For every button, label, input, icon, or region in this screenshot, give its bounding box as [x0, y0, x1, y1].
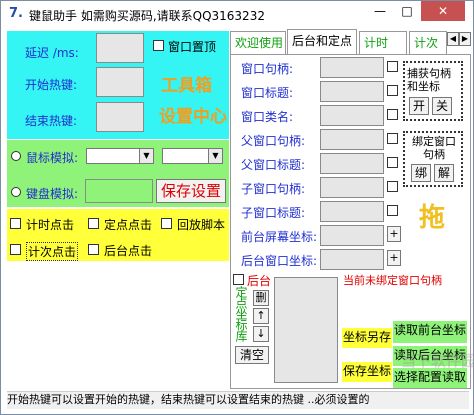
maximize-button[interactable]: □: [394, 1, 420, 21]
window-title: 键鼠助手 如需购买源码,请联系QQ3163232: [29, 9, 265, 23]
window-class-checkbox[interactable]: [387, 109, 398, 120]
count-click-label: 计次点击: [26, 242, 79, 261]
bind-button[interactable]: 绑: [411, 164, 431, 182]
count-click-checkbox[interactable]: [10, 244, 21, 255]
replay-script-label: 回放脚本: [177, 218, 226, 232]
status-bar: 开始热键可以设置开始的热键，结束热键可以设置结束的热键 ..必须设置的: [7, 391, 469, 409]
watermark: 当下软件园: [401, 352, 474, 370]
child-title-input[interactable]: [320, 201, 384, 222]
field-label-window-class: 窗口类名:: [241, 110, 294, 124]
close-button[interactable]: ✕: [421, 1, 465, 21]
drag-target-icon[interactable]: 拖: [419, 197, 445, 234]
window-class-input[interactable]: [320, 105, 384, 126]
start-hotkey-input[interactable]: [96, 67, 144, 97]
unbound-status-text: 当前未绑定窗口句柄: [343, 274, 442, 287]
bind-title: 绑定窗口句柄: [412, 135, 456, 161]
back-coord-plus-button[interactable]: +: [387, 250, 401, 266]
coord-up-button[interactable]: ↑: [253, 308, 269, 324]
tab-background-fixed[interactable]: 后台和定点: [287, 29, 357, 55]
child-title-checkbox[interactable]: [387, 205, 398, 216]
delay-input[interactable]: [96, 33, 144, 63]
window-title-input[interactable]: [320, 81, 384, 102]
parent-title-input[interactable]: [320, 153, 384, 174]
read-front-coord-button[interactable]: 读取前台坐标: [393, 321, 467, 343]
keyboard-sim-input[interactable]: [85, 179, 153, 203]
timer-click-checkbox[interactable]: [10, 218, 21, 229]
timer-click-label: 计时点击: [26, 218, 75, 232]
tab-welcome[interactable]: 欢迎使用: [230, 31, 286, 55]
start-hotkey-label: 开始热键:: [25, 78, 78, 92]
app-logo-icon: 7.: [9, 6, 23, 21]
chevron-down-icon: ▼: [139, 149, 153, 163]
tab-scroll-left-button[interactable]: ◀: [447, 32, 459, 46]
coord-clear-button[interactable]: 清空: [235, 346, 269, 364]
front-coord-plus-button[interactable]: +: [387, 226, 401, 242]
capture-open-button[interactable]: 开: [409, 97, 429, 115]
field-label-parent-title: 父窗口标题:: [241, 158, 306, 172]
delay-label: 延迟 /ms:: [25, 46, 79, 60]
window-title-checkbox[interactable]: [387, 85, 398, 96]
save-settings-button[interactable]: 保存设置: [156, 179, 226, 203]
chevron-down-icon: ▼: [208, 149, 222, 163]
window-top-checkbox[interactable]: [153, 40, 164, 51]
back-coord-input[interactable]: [320, 249, 384, 270]
tab-count[interactable]: 计次: [409, 31, 447, 55]
coord-list[interactable]: [274, 277, 338, 383]
toolbox-title: 工具箱: [161, 76, 212, 96]
field-label-child-title: 子窗口标题:: [241, 206, 306, 220]
background-click-label: 后台点击: [104, 244, 153, 258]
mouse-sim-label: 鼠标模拟:: [26, 151, 79, 165]
replay-script-checkbox[interactable]: [161, 218, 172, 229]
parent-handle-input[interactable]: [320, 129, 384, 150]
unbind-button[interactable]: 解: [434, 164, 454, 182]
tab-timer[interactable]: 计时: [359, 31, 407, 55]
field-label-front-coord: 前台屏幕坐标:: [241, 230, 318, 244]
background-label: 后台: [247, 274, 272, 288]
mouse-sim-radio[interactable]: [11, 151, 21, 161]
capture-close-button[interactable]: 关: [432, 97, 452, 115]
save-coord-button[interactable]: 保存坐标: [342, 362, 392, 382]
coord-down-button[interactable]: ↓: [253, 326, 269, 342]
capture-title: 捕获句柄和坐标: [407, 67, 451, 93]
field-label-window-title: 窗口标题:: [241, 86, 294, 100]
coord-lib-label: 定点坐标库: [234, 286, 248, 341]
keyboard-sim-radio[interactable]: [11, 187, 21, 197]
front-coord-input[interactable]: [320, 225, 384, 246]
mouse-sim-select-1[interactable]: ▼: [86, 148, 154, 164]
end-hotkey-input[interactable]: [96, 102, 144, 132]
tab-scroll-right-button[interactable]: ▶: [459, 32, 471, 46]
fixed-click-checkbox[interactable]: [88, 218, 99, 229]
field-label-parent-handle: 父窗口句柄:: [241, 134, 306, 148]
field-label-window-handle: 窗口句柄:: [241, 62, 294, 76]
window-handle-input[interactable]: [320, 57, 384, 78]
child-handle-checkbox[interactable]: [387, 181, 398, 192]
child-handle-input[interactable]: [320, 177, 384, 198]
background-checkbox[interactable]: [233, 274, 244, 285]
field-label-child-handle: 子窗口句柄:: [241, 182, 306, 196]
end-hotkey-label: 结束热键:: [25, 114, 78, 128]
settings-title: 设置中心: [159, 107, 227, 127]
window-handle-checkbox[interactable]: [387, 61, 398, 72]
select-config-button[interactable]: 选择配置读取: [393, 368, 467, 388]
mouse-sim-select-2[interactable]: ▼: [162, 148, 223, 164]
fixed-click-label: 定点点击: [104, 218, 153, 232]
coord-delete-button[interactable]: 删: [253, 290, 269, 306]
background-click-checkbox[interactable]: [88, 244, 99, 255]
parent-handle-checkbox[interactable]: [387, 133, 398, 144]
minimize-button[interactable]: —: [367, 1, 393, 21]
keyboard-sim-label: 键盘模拟:: [26, 187, 79, 201]
parent-title-checkbox[interactable]: [387, 157, 398, 168]
app-window: 7. 键鼠助手 如需购买源码,请联系QQ3163232 — □ ✕ 延迟 /ms…: [0, 0, 474, 415]
field-label-back-coord: 后台窗口坐标:: [241, 254, 318, 268]
title-bar: 7. 键鼠助手 如需购买源码,请联系QQ3163232 — □ ✕: [1, 1, 473, 29]
window-top-label: 窗口置顶: [168, 40, 217, 54]
coord-save-as-button[interactable]: 坐标另存: [342, 328, 392, 348]
